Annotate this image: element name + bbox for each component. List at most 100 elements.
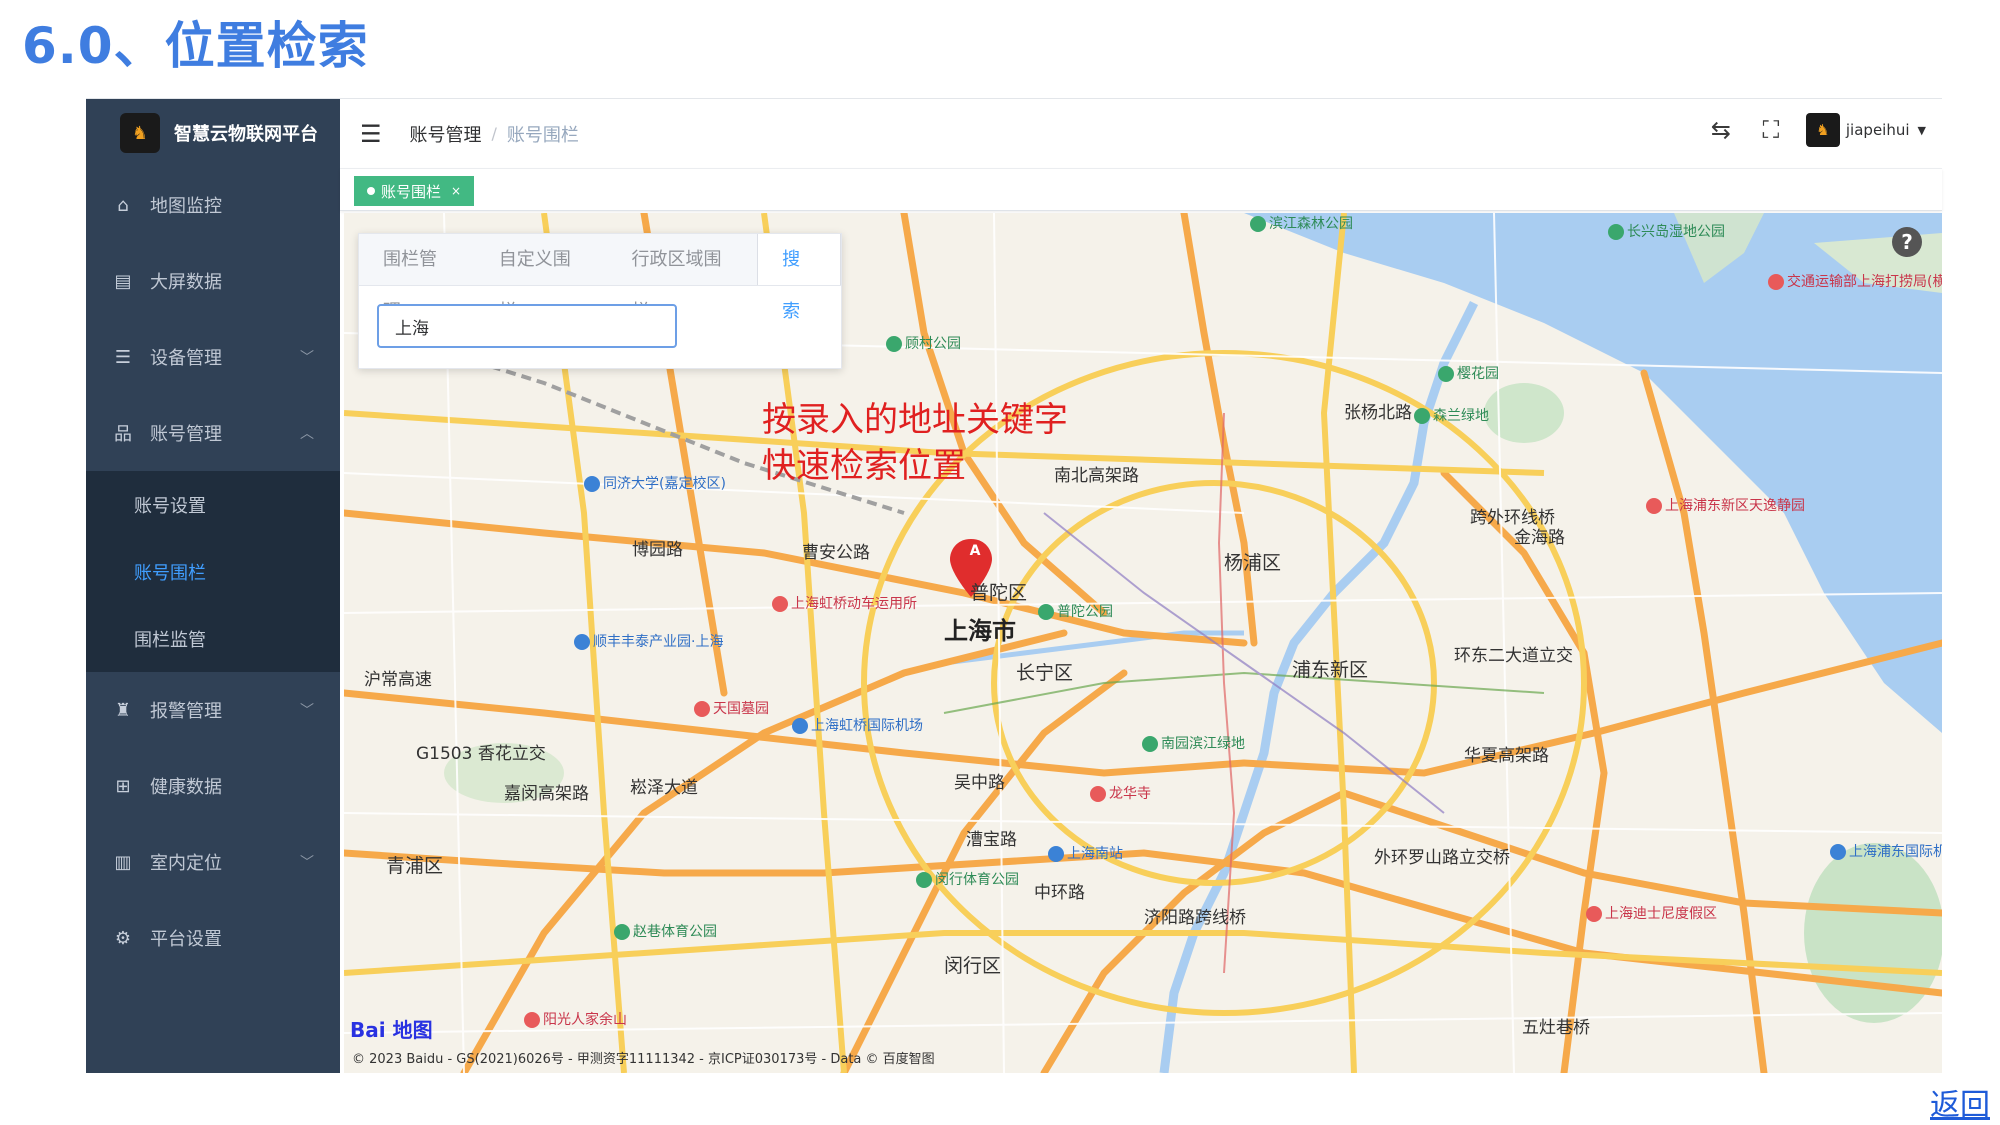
server-icon: ☰ bbox=[114, 346, 132, 368]
sidebar: ♞ 智慧云物联网平台 ⌂ 地图监控 ▤ 大屏数据 ☰ 设备管理 ﹀ 品 账号管理… bbox=[86, 99, 340, 1073]
map-canvas[interactable]: ? 上海市 A 普陀区 长宁区 杨浦区 浦东新区 闵行区 青浦区 曹安公路 博园… bbox=[344, 213, 1942, 1073]
chevron-down-icon: ﹀ bbox=[300, 350, 314, 366]
sidebar-subitem-fence-supervision[interactable]: 围栏监管 bbox=[86, 605, 340, 672]
breadcrumb-parent[interactable]: 账号管理 bbox=[410, 121, 482, 147]
poi[interactable]: 顾村公园 bbox=[886, 333, 961, 353]
navbar: ☰ 账号管理 / 账号围栏 ⇆ ⛶ ♞ jiapeihui ▼ bbox=[340, 99, 1942, 169]
poi[interactable]: 龙华寺 bbox=[1090, 783, 1151, 803]
poi[interactable]: 上海南站 bbox=[1048, 843, 1123, 863]
help-icon[interactable]: ? bbox=[1892, 227, 1922, 257]
poi[interactable]: 交通运输部上海打捞局(横沙) bbox=[1768, 271, 1942, 291]
tag-dot-icon bbox=[367, 187, 375, 195]
account-submenu: 账号设置 账号围栏 围栏监管 bbox=[86, 471, 340, 672]
sidebar-item-label: 设备管理 bbox=[150, 348, 222, 369]
sidebar-item-health[interactable]: ⊞ 健康数据 bbox=[86, 748, 340, 824]
search-input[interactable] bbox=[377, 304, 677, 348]
road-label: 中环路 bbox=[1034, 883, 1085, 903]
poi[interactable]: 同济大学(嘉定校区) bbox=[584, 473, 726, 493]
fence-panel: 围栏管理 自定义围栏 行政区域围栏 搜索 bbox=[358, 233, 842, 369]
sidebar-item-big-screen[interactable]: ▤ 大屏数据 bbox=[86, 243, 340, 319]
district-label: 普陀区 bbox=[970, 582, 1028, 604]
tag-account-fence[interactable]: 账号围栏 × bbox=[354, 176, 475, 206]
poi[interactable]: 上海迪士尼度假区 bbox=[1586, 903, 1717, 923]
baidu-logo-suffix: 地图 bbox=[392, 1018, 433, 1042]
tags-view: 账号围栏 × bbox=[340, 169, 1942, 211]
road-label: 五灶巷桥 bbox=[1522, 1018, 1590, 1038]
caret-down-icon[interactable]: ▼ bbox=[1918, 124, 1926, 137]
annotation-line: 快速检索位置 bbox=[762, 446, 966, 486]
poi[interactable]: 赵巷体育公园 bbox=[614, 921, 717, 941]
close-icon[interactable]: × bbox=[451, 184, 461, 198]
sidebar-item-indoor[interactable]: ▥ 室内定位 ﹀ bbox=[86, 824, 340, 900]
poi[interactable]: 阳光人家余山 bbox=[524, 1009, 627, 1029]
road-label: 环东二大道立交 bbox=[1454, 646, 1573, 666]
sidebar-item-label: 健康数据 bbox=[150, 777, 222, 798]
poi[interactable]: 樱花园 bbox=[1438, 363, 1499, 383]
back-link[interactable]: 返回 bbox=[1930, 1080, 1990, 1124]
header-actions: ⇆ ⛶ ♞ jiapeihui ▼ bbox=[1706, 113, 1926, 147]
tab-custom-fence[interactable]: 自定义围栏 bbox=[475, 234, 608, 322]
poi[interactable]: 上海虹桥国际机场 bbox=[792, 715, 923, 735]
hamburger-icon[interactable]: ☰ bbox=[360, 120, 382, 148]
road-label: 吴中路 bbox=[954, 773, 1005, 793]
map-icon: ▥ bbox=[114, 851, 132, 873]
chevron-down-icon: ﹀ bbox=[300, 703, 314, 719]
sidebar-subitem-account-fence[interactable]: 账号围栏 bbox=[86, 538, 340, 605]
road-label: 漕宝路 bbox=[966, 830, 1017, 850]
district-label: 浦东新区 bbox=[1292, 659, 1369, 681]
poi[interactable]: 闵行体育公园 bbox=[916, 869, 1019, 889]
medkit-icon: ⊞ bbox=[115, 775, 131, 797]
fullscreen-icon[interactable]: ⛶ bbox=[1756, 115, 1786, 145]
sidebar-item-label: 平台设置 bbox=[150, 929, 222, 950]
poi[interactable]: 滨江森林公园 bbox=[1250, 213, 1353, 233]
baidu-logo-text: Bai bbox=[350, 1018, 386, 1042]
tag-label: 账号围栏 bbox=[381, 182, 442, 201]
app-window: ♞ 智慧云物联网平台 ⌂ 地图监控 ▤ 大屏数据 ☰ 设备管理 ﹀ 品 账号管理… bbox=[86, 98, 1942, 1073]
poi[interactable]: 天国墓园 bbox=[694, 698, 769, 718]
road-label: 外环罗山路立交桥 bbox=[1374, 848, 1510, 868]
sidebar-item-map-monitor[interactable]: ⌂ 地图监控 bbox=[86, 167, 340, 243]
poi[interactable]: 上海浦东国际机场 bbox=[1830, 841, 1942, 861]
size-select-icon[interactable]: ⇆ bbox=[1706, 115, 1736, 145]
tab-search[interactable]: 搜索 bbox=[757, 234, 841, 322]
username[interactable]: jiapeihui bbox=[1846, 121, 1910, 139]
district-label: 青浦区 bbox=[386, 855, 444, 877]
poi[interactable]: 长兴岛湿地公园 bbox=[1608, 221, 1725, 241]
chart-icon: ▤ bbox=[114, 270, 132, 292]
poi[interactable]: 南园滨江绿地 bbox=[1142, 733, 1245, 753]
sidebar-item-device[interactable]: ☰ 设备管理 ﹀ bbox=[86, 319, 340, 395]
sidebar-subitem-account-settings[interactable]: 账号设置 bbox=[86, 471, 340, 538]
district-label: 闵行区 bbox=[944, 955, 1002, 977]
sidebar-item-alarm[interactable]: ♜ 报警管理 ﹀ bbox=[86, 672, 340, 748]
tab-fence-manage[interactable]: 围栏管理 bbox=[359, 234, 475, 322]
breadcrumb-separator: / bbox=[491, 124, 497, 143]
alarm-icon: ♜ bbox=[114, 699, 132, 721]
sidebar-item-account[interactable]: 品 账号管理 ︿ bbox=[86, 395, 340, 471]
slide-title: 6.0、位置检索 bbox=[22, 17, 369, 75]
district-label: 杨浦区 bbox=[1224, 552, 1282, 574]
poi[interactable]: 普陀公园 bbox=[1038, 601, 1113, 621]
poi[interactable]: 顺丰丰泰产业园·上海 bbox=[574, 631, 723, 651]
poi[interactable]: 森兰绿地 bbox=[1414, 405, 1489, 425]
road-label: 华夏高架路 bbox=[1464, 746, 1549, 766]
gear-icon: ⚙ bbox=[114, 927, 132, 949]
annotation-note: 按录入的地址关键字 快速检索位置 bbox=[762, 397, 1068, 489]
sidebar-item-label: 地图监控 bbox=[150, 196, 222, 217]
poi[interactable]: 上海浦东新区天逸静园 bbox=[1646, 495, 1805, 515]
brand-name: 智慧云物联网平台 bbox=[174, 124, 318, 145]
home-icon: ⌂ bbox=[117, 194, 129, 216]
brand[interactable]: ♞ 智慧云物联网平台 bbox=[86, 99, 340, 167]
location-marker[interactable]: A bbox=[964, 543, 986, 571]
avatar[interactable]: ♞ bbox=[1805, 113, 1840, 147]
road-label: 嘉闵高架路 bbox=[504, 784, 589, 804]
sidebar-item-platform-settings[interactable]: ⚙ 平台设置 bbox=[86, 900, 340, 976]
poi[interactable]: 上海虹桥动车运用所 bbox=[772, 593, 917, 613]
road-label: 曹安公路 bbox=[802, 543, 870, 563]
map-copyright: © 2023 Baidu - GS(2021)6026号 - 甲测资字11111… bbox=[352, 1052, 935, 1067]
brand-logo-icon: ♞ bbox=[120, 113, 160, 153]
sidebar-item-label: 大屏数据 bbox=[150, 272, 222, 293]
tab-admin-region-fence[interactable]: 行政区域围栏 bbox=[607, 234, 757, 322]
chevron-up-icon: ︿ bbox=[300, 426, 314, 442]
road-label: 跨外环线桥 bbox=[1470, 508, 1555, 528]
road-label: G1503 香花立交 bbox=[416, 744, 546, 764]
